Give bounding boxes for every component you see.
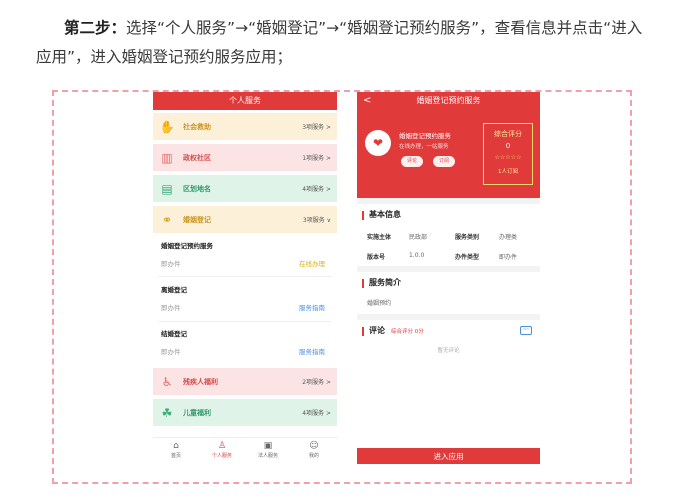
category-count: 1项服务 >	[302, 155, 331, 162]
service-title: 离婚登记	[161, 286, 187, 294]
intro-text: 婚姻预约	[367, 300, 392, 307]
category-community[interactable]: ▥ 政权社区 1项服务 >	[153, 144, 337, 171]
category-name: 儿童福利	[183, 408, 211, 417]
category-placenames[interactable]: ▤ 区划地名 4项服务 >	[153, 175, 337, 202]
child-icon: ☘	[161, 405, 173, 420]
subscribe-button[interactable]: 订阅	[433, 156, 456, 167]
service-guide-link[interactable]: 服务指南	[299, 302, 325, 312]
tab-personal-services[interactable]: ♙ 个人服务	[199, 438, 245, 464]
intro-section: 服务简介 婚姻预约	[357, 272, 540, 314]
hands-icon: ✋	[159, 119, 175, 134]
info-value: 办理类	[499, 234, 518, 241]
instruction-text: 第二步：选择“个人服务”→“婚姻登记”→“婚姻登记预约服务”，查看信息并点击“进…	[36, 14, 656, 72]
service-title: 婚姻登记预约服务	[161, 242, 213, 250]
service-hero: ❤ 婚姻登记预约服务 在线办理，一站服务 评论 订阅 综合评分 0 ☆☆☆☆☆ …	[357, 110, 540, 198]
category-count: 2项服务 >	[302, 379, 331, 386]
comment-score: 综合评分 0分	[391, 329, 424, 335]
chat-icon[interactable]: ···	[520, 326, 532, 335]
comment-section: 评论 综合评分 0分 ··· 暂无评论	[357, 320, 540, 354]
online-apply-link[interactable]: 在线办理	[299, 258, 325, 268]
info-key: 版本号	[367, 254, 386, 261]
section-title: 评论 综合评分 0分 ···	[357, 320, 540, 342]
divider	[159, 321, 331, 322]
wheelchair-icon: ♿	[161, 374, 173, 389]
home-icon: ⌂	[173, 441, 179, 451]
info-key: 实施主体	[367, 234, 392, 241]
rating-value: 0	[505, 142, 511, 150]
comment-title: 评论	[369, 326, 385, 335]
user-icon: ☺	[309, 441, 319, 451]
service-detail-screen: < 婚姻登记预约服务 ❤ 婚姻登记预约服务 在线办理，一站服务 评论 订阅 综合…	[357, 92, 540, 464]
dashed-frame	[52, 90, 632, 484]
no-comments-text: 暂无评论	[437, 348, 460, 354]
basic-info-section: 基本信息 实施主体 民政部 服务类别 办理类 版本号 1.0.0 办件类型 即办…	[357, 204, 540, 266]
service-type: 即办件	[161, 348, 181, 356]
tab-home[interactable]: ⌂ 首页	[153, 438, 199, 464]
info-key: 服务类别	[455, 234, 480, 241]
review-button[interactable]: 评论	[401, 156, 424, 167]
service-marriage-appointment[interactable]: 婚姻登记预约服务 即办件 在线办理	[153, 238, 337, 274]
building-icon: ▥	[161, 150, 173, 165]
person-icon: ♙	[217, 441, 227, 451]
bottom-tab-bar: ⌂ 首页 ♙ 个人服务 ▣ 法人服务 ☺ 我的	[153, 437, 337, 464]
step-label: 第二步：	[64, 19, 127, 37]
service-title: 结婚登记	[161, 330, 187, 338]
info-value: 1.0.0	[409, 252, 425, 259]
tab-label: 首页	[170, 453, 181, 459]
page-title: 婚姻登记预约服务	[416, 96, 481, 105]
divider	[159, 276, 331, 277]
info-value: 民政部	[409, 234, 428, 241]
tab-label: 法人服务	[257, 453, 278, 459]
section-title: 基本信息	[357, 204, 540, 226]
enter-app-button[interactable]: 进入应用	[357, 448, 540, 464]
category-disability[interactable]: ♿ 残疾人福利 2项服务 >	[153, 368, 337, 395]
section-title: 服务简介	[357, 272, 540, 294]
category-name: 社会救助	[183, 122, 211, 131]
briefcase-icon: ▣	[263, 441, 273, 451]
back-icon[interactable]: <	[363, 92, 371, 110]
rings-icon: ⚭	[161, 212, 173, 227]
category-name: 区划地名	[183, 184, 211, 193]
service-type: 即办件	[161, 304, 181, 312]
tab-legal-services[interactable]: ▣ 法人服务	[245, 438, 291, 464]
category-count: 3项服务 >	[302, 124, 331, 131]
heart-logo-icon: ❤	[365, 130, 391, 156]
service-marriage[interactable]: 结婚登记 即办件 服务指南	[153, 328, 337, 364]
personal-services-screen: 个人服务 ✋ 社会救助 3项服务 > ▥ 政权社区 1项服务 > ▤ 区划地名 …	[153, 92, 337, 464]
star-rating-icon: ☆☆☆☆☆	[494, 154, 522, 161]
page-title: 个人服务	[153, 92, 337, 110]
info-value: 即办件	[499, 254, 518, 261]
detail-header: < 婚姻登记预约服务	[357, 92, 540, 110]
service-guide-link[interactable]: 服务指南	[299, 346, 325, 356]
tab-mine[interactable]: ☺ 我的	[291, 438, 337, 464]
step-description: 选择“个人服务”→“婚姻登记”→“婚姻登记预约服务”，查看信息并点击“进入应用”…	[36, 19, 643, 66]
category-marriage[interactable]: ⚭ 婚姻登记 3项服务 ∨	[153, 206, 337, 233]
rating-box: 综合评分 0 ☆☆☆☆☆ 1人订阅	[483, 123, 533, 185]
service-description: 在线办理，一站服务	[399, 144, 449, 150]
category-count: 3项服务 ∨	[302, 217, 331, 224]
category-name: 政权社区	[183, 153, 211, 162]
info-row: 实施主体 民政部 服务类别 办理类	[357, 226, 540, 246]
category-child-welfare[interactable]: ☘ 儿童福利 4项服务 >	[153, 399, 337, 426]
category-count: 4项服务 >	[302, 186, 331, 193]
category-name: 残疾人福利	[183, 377, 218, 386]
category-count: 4项服务 >	[302, 410, 331, 417]
service-type: 即办件	[161, 260, 181, 268]
rating-label: 综合评分	[494, 130, 522, 138]
service-name: 婚姻登记预约服务	[399, 132, 451, 140]
map-icon: ▤	[161, 181, 173, 196]
tab-label: 个人服务	[211, 453, 232, 459]
subscriber-count: 1人订阅	[498, 169, 518, 175]
info-row: 版本号 1.0.0 办件类型 即办件	[357, 246, 540, 266]
category-name: 婚姻登记	[183, 215, 211, 224]
tab-label: 我的	[308, 453, 319, 459]
category-social-assistance[interactable]: ✋ 社会救助 3项服务 >	[153, 113, 337, 140]
info-key: 办件类型	[455, 254, 480, 261]
service-divorce[interactable]: 离婚登记 即办件 服务指南	[153, 284, 337, 320]
